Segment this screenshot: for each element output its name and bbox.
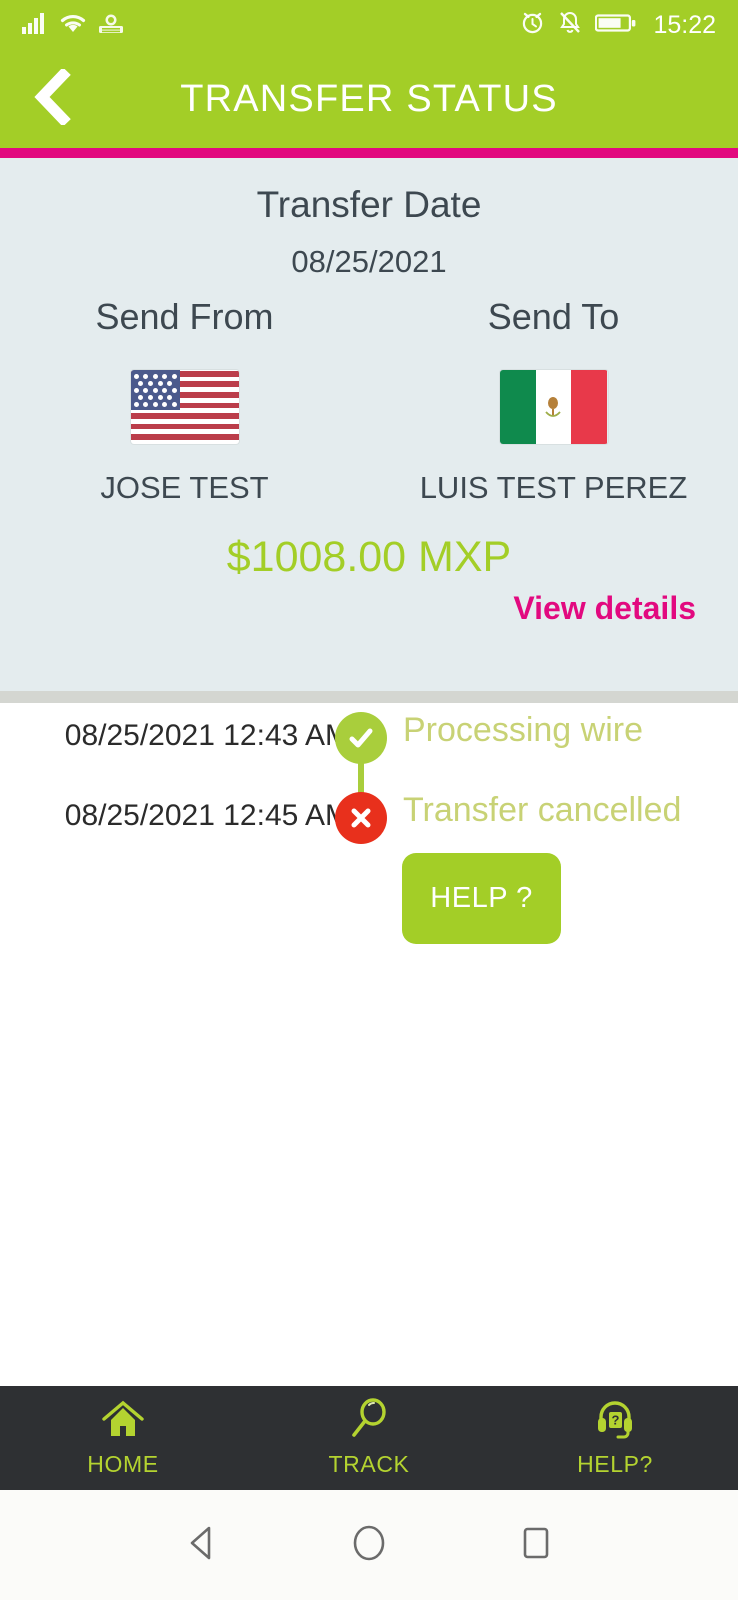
transfer-date-label: Transfer Date: [256, 184, 482, 225]
x-circle-icon: [335, 792, 387, 844]
nav-item-home[interactable]: HOME: [0, 1386, 246, 1490]
check-circle-icon: [335, 712, 387, 764]
timeline-status-label: Transfer cancelled: [403, 791, 682, 829]
send-to-label: Send To: [487, 296, 620, 337]
status-bar: 15:22: [0, 0, 738, 50]
alarm-clock-icon: [520, 10, 545, 40]
home-icon: [100, 1398, 146, 1445]
flag-mexico-icon: [499, 370, 608, 444]
timeline-event: 08/25/2021 12:43 AM Processing wire: [0, 703, 738, 826]
nav-label-home: HOME: [87, 1451, 159, 1477]
battery-icon: [595, 12, 637, 39]
svg-text:?: ?: [612, 1413, 620, 1428]
headset-question-icon: ?: [593, 1398, 637, 1445]
recents-square-icon: [519, 1524, 553, 1567]
system-recents-button[interactable]: [519, 1524, 553, 1567]
nav-item-track[interactable]: TRACK: [246, 1386, 492, 1490]
magnifier-icon: [347, 1398, 391, 1445]
home-circle-icon: [350, 1523, 388, 1568]
flag-united-states-icon: [130, 370, 239, 444]
bell-muted-icon: [558, 10, 582, 40]
status-bar-clock: 15:22: [653, 10, 716, 39]
timeline-status-label: Processing wire: [403, 711, 643, 749]
data-sync-icon: [98, 12, 124, 39]
nav-item-help[interactable]: ? HELP?: [492, 1386, 738, 1490]
bottom-navigation: HOME TRACK ? HELP?: [0, 1386, 738, 1490]
accent-divider: [0, 148, 738, 158]
status-bar-left-icons: [22, 12, 124, 39]
wifi-icon: [59, 12, 87, 39]
system-navigation-bar: [0, 1490, 738, 1600]
phone-screen: 15:22 TRANSFER STATUS Transfer Date 08/2…: [0, 0, 738, 1600]
recipient-name: LUIS TEST PEREZ: [419, 470, 688, 505]
view-details-link[interactable]: View details: [513, 590, 696, 627]
send-from-label: Send From: [95, 296, 274, 337]
transfer-amount: $1008.00 MXP: [226, 533, 512, 581]
nav-label-track: TRACK: [328, 1451, 410, 1477]
back-icon: [185, 1524, 219, 1567]
status-timeline: 08/25/2021 12:43 AM Processing wire 08/2…: [0, 703, 738, 863]
system-home-button[interactable]: [350, 1523, 388, 1568]
page-title: TRANSFER STATUS: [180, 77, 558, 120]
timeline-event: 08/25/2021 12:45 AM Transfer cancelled: [0, 783, 738, 863]
chevron-left-icon: [30, 66, 74, 130]
transfer-summary-card: Transfer Date 08/25/2021 Send From JOSE …: [0, 158, 738, 691]
timeline-timestamp: 08/25/2021 12:43 AM: [64, 719, 350, 752]
back-button[interactable]: [14, 50, 90, 148]
signal-bars-icon: [22, 12, 48, 39]
timeline-timestamp: 08/25/2021 12:45 AM: [64, 799, 350, 832]
parties-row: Send From JOSE TEST Send To LUIS TEST PE…: [0, 296, 738, 506]
nav-label-help: HELP?: [577, 1451, 653, 1477]
recipient-block: Send To LUIS TEST PEREZ: [369, 296, 738, 506]
card-bottom-divider: [0, 691, 738, 703]
system-back-button[interactable]: [185, 1524, 219, 1567]
help-button[interactable]: HELP ?: [402, 853, 561, 944]
app-bar: TRANSFER STATUS: [0, 50, 738, 148]
sender-block: Send From JOSE TEST: [0, 296, 369, 506]
status-bar-right-icons: 15:22: [520, 10, 716, 40]
sender-name: JOSE TEST: [100, 470, 269, 505]
transfer-date-value: 08/25/2021: [291, 244, 447, 279]
